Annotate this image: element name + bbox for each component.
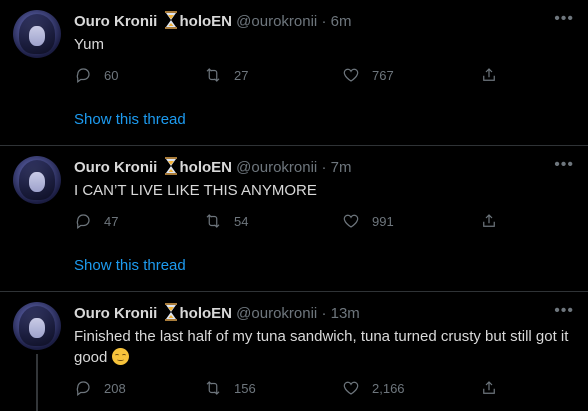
more-icon[interactable]: ••• (554, 10, 574, 28)
share-icon (483, 381, 495, 394)
tweet-3[interactable]: Ouro Kronii holoEN @ourokronii · 13m •••… (0, 292, 588, 411)
tweet-actions: 60 27 767 (74, 66, 504, 86)
reply-icon (76, 381, 90, 396)
heart-icon (343, 68, 359, 82)
timestamp[interactable]: 7m (331, 159, 352, 176)
retweet-button[interactable]: 27 (204, 66, 248, 84)
timestamp[interactable]: 6m (331, 13, 352, 30)
separator-dot: · (321, 13, 327, 30)
share-icon (483, 68, 495, 81)
more-icon[interactable]: ••• (554, 156, 574, 174)
tweet-2[interactable]: Ouro Kronii holoEN @ourokronii · 7m ••• … (0, 146, 588, 292)
author-handle[interactable]: @ourokronii (236, 13, 317, 30)
tweet-text: I CAN’T LIVE LIKE THIS ANYMORE (74, 182, 317, 199)
heart-icon (343, 214, 359, 228)
like-count: 767 (372, 67, 394, 83)
reply-count: 60 (104, 67, 119, 83)
author-name[interactable]: Ouro Kronii (74, 305, 157, 322)
more-icon[interactable]: ••• (554, 302, 574, 320)
tweet-text: Finished the last half of my tuna sandwi… (74, 326, 574, 368)
retweet-count: 156 (234, 380, 256, 396)
retweet-button[interactable]: 54 (204, 212, 248, 230)
share-icon (483, 214, 495, 227)
share-button[interactable] (480, 212, 498, 230)
author-org[interactable]: holoEN (180, 305, 233, 322)
hourglass-emoji-icon (164, 303, 177, 321)
reply-count: 208 (104, 380, 126, 396)
avatar[interactable] (13, 302, 61, 350)
separator-dot: · (321, 305, 327, 322)
tweet-text: Yum (74, 36, 105, 53)
heart-icon (343, 381, 359, 395)
reply-button[interactable]: 47 (74, 212, 118, 230)
reply-button[interactable]: 208 (74, 379, 126, 397)
timestamp[interactable]: 13m (331, 305, 360, 322)
like-count: 2,166 (372, 380, 405, 396)
show-thread-link[interactable]: Show this thread (74, 257, 186, 274)
retweet-count: 27 (234, 67, 249, 83)
show-thread-link[interactable]: Show this thread (74, 111, 186, 128)
retweet-button[interactable]: 156 (204, 379, 256, 397)
tweet-header: Ouro Kronii holoEN @ourokronii · 7m (74, 157, 351, 178)
share-button[interactable] (480, 66, 498, 84)
tweet-text-end: good (74, 349, 108, 366)
author-name[interactable]: Ouro Kronii (74, 13, 157, 30)
tweet-text-line-2: good (74, 347, 574, 368)
tweet-1[interactable]: Ouro Kronii holoEN @ourokronii · 6m ••• … (0, 0, 588, 146)
retweet-icon (206, 68, 220, 82)
avatar[interactable] (13, 10, 61, 58)
tweet-header: Ouro Kronii holoEN @ourokronii · 13m (74, 303, 360, 324)
tweet-actions: 208 156 2,166 (74, 379, 504, 399)
like-count: 991 (372, 213, 394, 229)
like-button[interactable]: 2,166 (342, 379, 405, 397)
author-handle[interactable]: @ourokronii (236, 305, 317, 322)
thread-connector-line (36, 354, 38, 411)
retweet-count: 54 (234, 213, 249, 229)
reply-count: 47 (104, 213, 119, 229)
like-button[interactable]: 991 (342, 212, 394, 230)
avatar[interactable] (13, 156, 61, 204)
author-handle[interactable]: @ourokronii (236, 159, 317, 176)
retweet-icon (206, 381, 220, 395)
separator-dot: · (321, 159, 327, 176)
tweet-text-line: Finished the last half of my tuna sandwi… (74, 328, 569, 345)
tweet-actions: 47 54 991 (74, 212, 504, 232)
reply-icon (76, 68, 90, 83)
hourglass-emoji-icon (164, 157, 177, 175)
share-button[interactable] (480, 379, 498, 397)
like-button[interactable]: 767 (342, 66, 394, 84)
relieved-face-emoji-icon (111, 348, 129, 365)
author-org[interactable]: holoEN (180, 13, 233, 30)
reply-button[interactable]: 60 (74, 66, 118, 84)
author-name[interactable]: Ouro Kronii (74, 159, 157, 176)
hourglass-emoji-icon (164, 11, 177, 29)
author-org[interactable]: holoEN (180, 159, 233, 176)
retweet-icon (206, 214, 220, 228)
tweet-header: Ouro Kronii holoEN @ourokronii · 6m (74, 11, 351, 32)
reply-icon (76, 214, 90, 229)
